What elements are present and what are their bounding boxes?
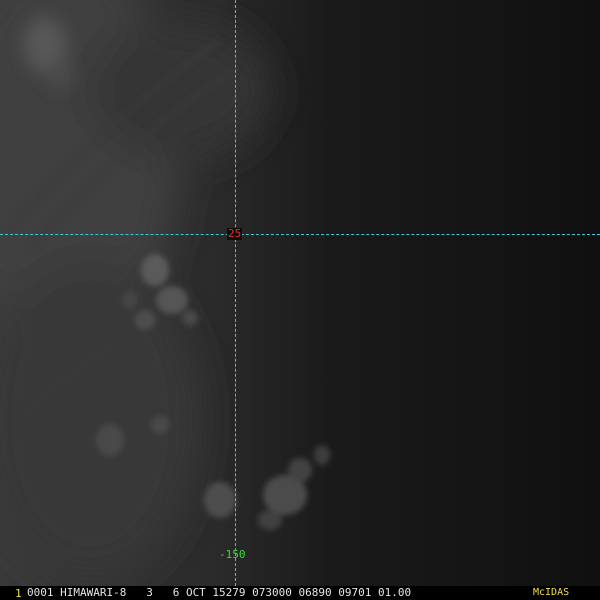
mcidas-brand: McIDAS <box>533 587 570 598</box>
frame-number: 1 <box>15 587 22 600</box>
satellite-imagery <box>0 0 600 586</box>
longitude-label: -150 <box>219 548 246 561</box>
longitude-gridline <box>235 0 236 586</box>
image-info-text: 0001 HIMAWARI-8 3 6 OCT 15279 073000 068… <box>27 586 412 599</box>
satellite-image-viewport[interactable]: 25 -150 1 0001 HIMAWARI-8 3 6 OCT 15279 … <box>0 0 600 600</box>
latitude-label: 25 <box>227 227 243 240</box>
latitude-gridline <box>0 234 600 235</box>
status-bar: 1 0001 HIMAWARI-8 3 6 OCT 15279 073000 0… <box>0 586 600 600</box>
